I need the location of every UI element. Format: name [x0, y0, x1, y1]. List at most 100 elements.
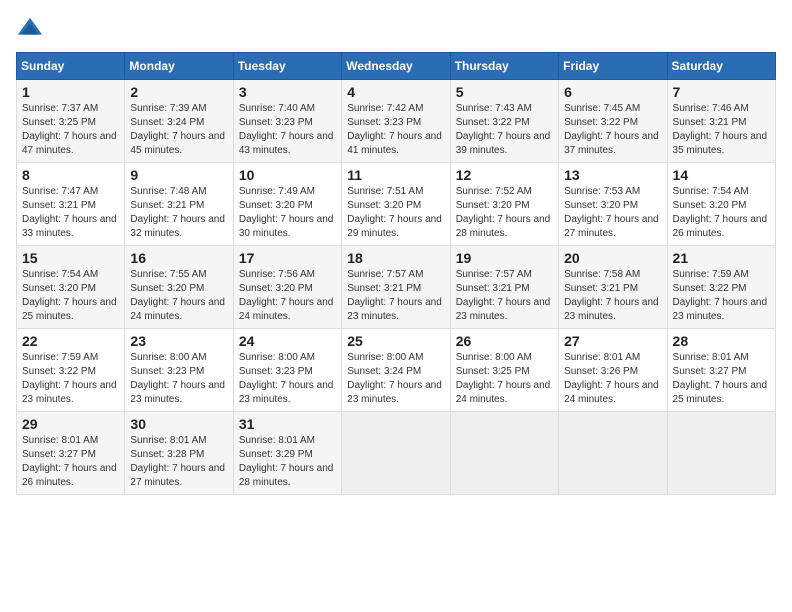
weekday-header: Monday: [125, 53, 233, 80]
weekday-header: Wednesday: [342, 53, 450, 80]
calendar-week-row: 29 Sunrise: 8:01 AMSunset: 3:27 PMDayligh…: [17, 412, 776, 495]
day-info: Sunrise: 7:54 AMSunset: 3:20 PMDaylight:…: [22, 268, 119, 324]
day-number: 28: [673, 333, 770, 349]
logo: [16, 16, 48, 44]
day-info: Sunrise: 7:46 AMSunset: 3:21 PMDaylight:…: [673, 102, 770, 158]
day-number: 9: [130, 167, 227, 183]
day-info: Sunrise: 7:52 AMSunset: 3:20 PMDaylight:…: [456, 185, 553, 241]
calendar-cell: 20 Sunrise: 7:58 AMSunset: 3:21 PMDayligh…: [559, 246, 667, 329]
day-number: 23: [130, 333, 227, 349]
calendar-week-row: 22Sunrise: 7:59 AMSunset: 3:22 PMDayligh…: [17, 329, 776, 412]
day-number: 4: [347, 84, 444, 100]
calendar-cell: 7 Sunrise: 7:46 AMSunset: 3:21 PMDaylight…: [667, 80, 775, 163]
calendar-cell: 21 Sunrise: 7:59 AMSunset: 3:22 PMDayligh…: [667, 246, 775, 329]
calendar-cell: 6 Sunrise: 7:45 AMSunset: 3:22 PMDaylight…: [559, 80, 667, 163]
calendar-cell: 31 Sunrise: 8:01 AMSunset: 3:29 PMDayligh…: [233, 412, 341, 495]
calendar-cell: 9 Sunrise: 7:48 AMSunset: 3:21 PMDaylight…: [125, 163, 233, 246]
day-info: Sunrise: 7:48 AMSunset: 3:21 PMDaylight:…: [130, 185, 227, 241]
day-info: Sunrise: 7:59 AMSunset: 3:22 PMDaylight:…: [673, 268, 770, 324]
day-number: 21: [673, 250, 770, 266]
calendar-week-row: 15 Sunrise: 7:54 AMSunset: 3:20 PMDayligh…: [17, 246, 776, 329]
day-number: 6: [564, 84, 661, 100]
day-number: 27: [564, 333, 661, 349]
day-info: Sunrise: 7:40 AMSunset: 3:23 PMDaylight:…: [239, 102, 336, 158]
day-number: 25: [347, 333, 444, 349]
calendar-cell: 12 Sunrise: 7:52 AMSunset: 3:20 PMDayligh…: [450, 163, 558, 246]
calendar-cell: 22Sunrise: 7:59 AMSunset: 3:22 PMDayligh…: [17, 329, 125, 412]
day-info: Sunrise: 8:00 AMSunset: 3:25 PMDaylight:…: [456, 351, 553, 407]
day-info: Sunrise: 8:00 AMSunset: 3:23 PMDaylight:…: [130, 351, 227, 407]
day-info: Sunrise: 7:51 AMSunset: 3:20 PMDaylight:…: [347, 185, 444, 241]
day-number: 24: [239, 333, 336, 349]
calendar-cell: 11 Sunrise: 7:51 AMSunset: 3:20 PMDayligh…: [342, 163, 450, 246]
day-info: Sunrise: 7:45 AMSunset: 3:22 PMDaylight:…: [564, 102, 661, 158]
calendar-cell: 17 Sunrise: 7:56 AMSunset: 3:20 PMDayligh…: [233, 246, 341, 329]
day-number: 15: [22, 250, 119, 266]
day-number: 1: [22, 84, 119, 100]
calendar-cell: 18Sunrise: 7:57 AMSunset: 3:21 PMDayligh…: [342, 246, 450, 329]
day-info: Sunrise: 8:00 AMSunset: 3:23 PMDaylight:…: [239, 351, 336, 407]
calendar-cell: 23 Sunrise: 8:00 AMSunset: 3:23 PMDayligh…: [125, 329, 233, 412]
day-info: Sunrise: 8:01 AMSunset: 3:28 PMDaylight:…: [130, 434, 227, 490]
calendar-cell: 29 Sunrise: 8:01 AMSunset: 3:27 PMDayligh…: [17, 412, 125, 495]
calendar-cell: 13 Sunrise: 7:53 AMSunset: 3:20 PMDayligh…: [559, 163, 667, 246]
page-header: [16, 16, 776, 44]
calendar-cell: 1 Sunrise: 7:37 AMSunset: 3:25 PMDaylight…: [17, 80, 125, 163]
calendar-cell: 10 Sunrise: 7:49 AMSunset: 3:20 PMDayligh…: [233, 163, 341, 246]
calendar-cell: 24 Sunrise: 8:00 AMSunset: 3:23 PMDayligh…: [233, 329, 341, 412]
calendar-table: SundayMondayTuesdayWednesdayThursdayFrid…: [16, 52, 776, 495]
day-number: 26: [456, 333, 553, 349]
day-number: 2: [130, 84, 227, 100]
day-number: 13: [564, 167, 661, 183]
day-info: Sunrise: 7:37 AMSunset: 3:25 PMDaylight:…: [22, 102, 119, 158]
calendar-cell: 8 Sunrise: 7:47 AMSunset: 3:21 PMDaylight…: [17, 163, 125, 246]
day-number: 17: [239, 250, 336, 266]
day-info: Sunrise: 7:53 AMSunset: 3:20 PMDaylight:…: [564, 185, 661, 241]
day-number: 10: [239, 167, 336, 183]
logo-icon: [16, 16, 44, 44]
weekday-header: Sunday: [17, 53, 125, 80]
weekday-header: Thursday: [450, 53, 558, 80]
day-info: Sunrise: 7:56 AMSunset: 3:20 PMDaylight:…: [239, 268, 336, 324]
day-info: Sunrise: 7:58 AMSunset: 3:21 PMDaylight:…: [564, 268, 661, 324]
calendar-cell: 16Sunrise: 7:55 AMSunset: 3:20 PMDayligh…: [125, 246, 233, 329]
weekday-header: Tuesday: [233, 53, 341, 80]
day-info: Sunrise: 7:47 AMSunset: 3:21 PMDaylight:…: [22, 185, 119, 241]
day-info: Sunrise: 7:54 AMSunset: 3:20 PMDaylight:…: [673, 185, 770, 241]
calendar-cell: [667, 412, 775, 495]
calendar-cell: 2 Sunrise: 7:39 AMSunset: 3:24 PMDaylight…: [125, 80, 233, 163]
day-number: 7: [673, 84, 770, 100]
calendar-cell: [559, 412, 667, 495]
calendar-cell: 27 Sunrise: 8:01 AMSunset: 3:26 PMDayligh…: [559, 329, 667, 412]
calendar-cell: 4 Sunrise: 7:42 AMSunset: 3:23 PMDaylight…: [342, 80, 450, 163]
day-info: Sunrise: 7:55 AMSunset: 3:20 PMDaylight:…: [130, 268, 227, 324]
day-number: 20: [564, 250, 661, 266]
calendar-cell: 28 Sunrise: 8:01 AMSunset: 3:27 PMDayligh…: [667, 329, 775, 412]
day-info: Sunrise: 7:42 AMSunset: 3:23 PMDaylight:…: [347, 102, 444, 158]
day-number: 30: [130, 416, 227, 432]
calendar-cell: 5Sunrise: 7:43 AMSunset: 3:22 PMDaylight…: [450, 80, 558, 163]
calendar-cell: 14Sunrise: 7:54 AMSunset: 3:20 PMDayligh…: [667, 163, 775, 246]
calendar-cell: 15 Sunrise: 7:54 AMSunset: 3:20 PMDayligh…: [17, 246, 125, 329]
day-info: Sunrise: 8:00 AMSunset: 3:24 PMDaylight:…: [347, 351, 444, 407]
day-number: 31: [239, 416, 336, 432]
weekday-header: Friday: [559, 53, 667, 80]
day-number: 3: [239, 84, 336, 100]
day-info: Sunrise: 8:01 AMSunset: 3:27 PMDaylight:…: [22, 434, 119, 490]
calendar-cell: 25 Sunrise: 8:00 AMSunset: 3:24 PMDayligh…: [342, 329, 450, 412]
day-info: Sunrise: 7:57 AMSunset: 3:21 PMDaylight:…: [456, 268, 553, 324]
day-number: 29: [22, 416, 119, 432]
calendar-week-row: 8 Sunrise: 7:47 AMSunset: 3:21 PMDaylight…: [17, 163, 776, 246]
day-info: Sunrise: 8:01 AMSunset: 3:26 PMDaylight:…: [564, 351, 661, 407]
day-info: Sunrise: 8:01 AMSunset: 3:29 PMDaylight:…: [239, 434, 336, 490]
day-info: Sunrise: 8:01 AMSunset: 3:27 PMDaylight:…: [673, 351, 770, 407]
calendar-week-row: 1 Sunrise: 7:37 AMSunset: 3:25 PMDaylight…: [17, 80, 776, 163]
calendar-cell: 19 Sunrise: 7:57 AMSunset: 3:21 PMDayligh…: [450, 246, 558, 329]
weekday-header-row: SundayMondayTuesdayWednesdayThursdayFrid…: [17, 53, 776, 80]
day-info: Sunrise: 7:49 AMSunset: 3:20 PMDaylight:…: [239, 185, 336, 241]
day-number: 11: [347, 167, 444, 183]
day-info: Sunrise: 7:39 AMSunset: 3:24 PMDaylight:…: [130, 102, 227, 158]
day-number: 19: [456, 250, 553, 266]
day-number: 12: [456, 167, 553, 183]
day-number: 8: [22, 167, 119, 183]
